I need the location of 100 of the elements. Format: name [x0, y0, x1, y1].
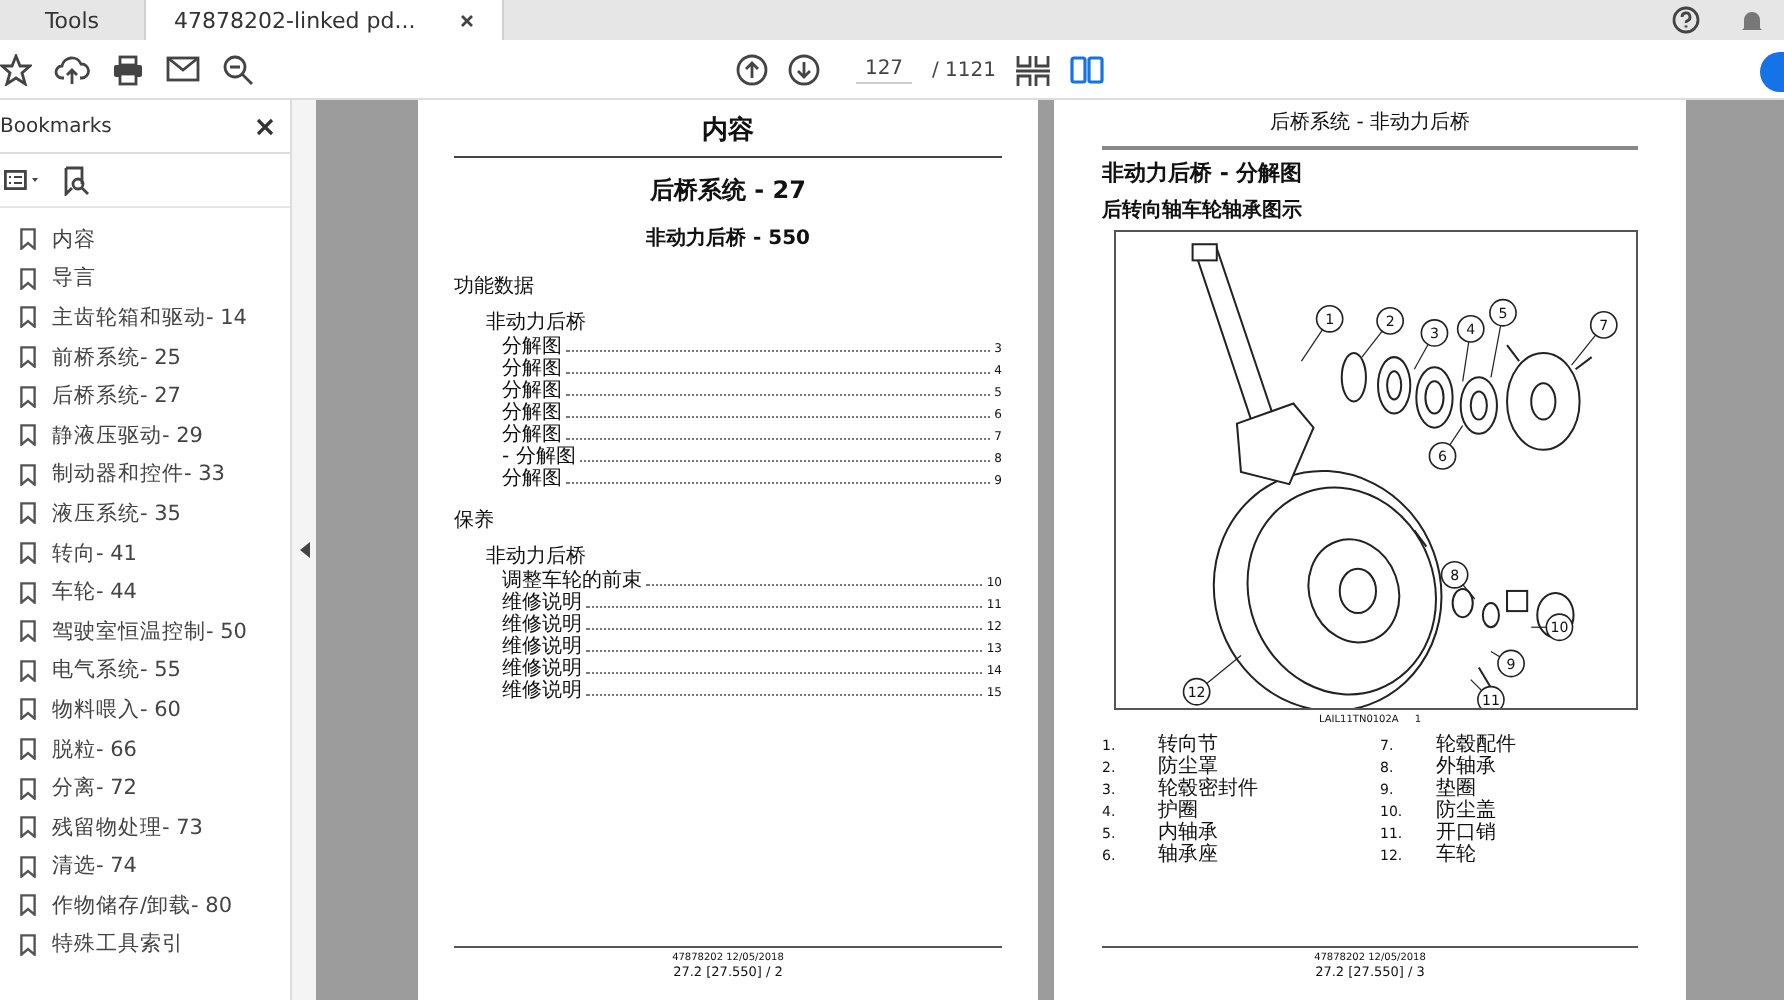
legend-label: 防尘盖: [1436, 800, 1496, 822]
page-title: 内容: [454, 112, 1002, 158]
legend-label: 转向节: [1158, 734, 1218, 756]
toc-entry: 分解图: [502, 380, 562, 402]
bookmark-item[interactable]: 驾驶室恒温控制- 50: [0, 611, 290, 652]
legend-label: 防尘罩: [1158, 756, 1218, 778]
bookmark-search-icon[interactable]: [64, 165, 90, 195]
bookmark-item[interactable]: 分离- 72: [0, 768, 290, 808]
legend-label: 垫圈: [1436, 778, 1476, 800]
cloud-upload-icon[interactable]: [54, 53, 90, 85]
help-icon[interactable]: [1672, 6, 1700, 34]
arrow-up-icon[interactable]: [736, 54, 768, 86]
bookmark-icon: [20, 424, 36, 447]
bookmark-icon: [20, 385, 36, 408]
toc-entry: 分解图: [502, 468, 562, 490]
bookmark-icon: [20, 542, 36, 565]
section-heading: 非动力后桥 - 550: [644, 225, 812, 252]
legend-label: 车轮: [1436, 844, 1476, 866]
tab[interactable]: Tools: [0, 0, 144, 40]
scroll-mode-icon[interactable]: [1016, 53, 1050, 87]
bookmark-icon: [20, 659, 36, 682]
bookmark-item[interactable]: 清选- 74: [0, 847, 290, 887]
legend-label: 内轴承: [1158, 822, 1218, 844]
toc-entry: 维修说明: [502, 636, 582, 658]
bookmark-icon: [20, 502, 36, 525]
bookmark-icon: [20, 267, 36, 290]
pin-drawing: [1477, 667, 1492, 689]
toc-entry: - 分解图: [502, 446, 576, 468]
panel-title: Bookmarks: [0, 115, 112, 137]
toc-entry: 维修说明: [502, 658, 582, 680]
legend-label: 外轴承: [1436, 756, 1496, 778]
bookmark-icon: [20, 346, 36, 369]
bookmark-item[interactable]: 电气系统- 55: [0, 651, 290, 691]
subgroup-heading: 非动力后桥: [486, 309, 588, 336]
hub-drawing: [1506, 344, 1593, 451]
bookmark-item[interactable]: 制动器和控件- 33: [0, 455, 290, 495]
bookmark-item[interactable]: 特殊工具索引: [0, 925, 290, 965]
bookmark-icon: [20, 777, 36, 800]
bookmark-item[interactable]: 液压系统- 35: [0, 494, 290, 534]
close-icon[interactable]: [256, 117, 274, 135]
toc-entry: 维修说明: [502, 680, 582, 702]
bearing-drawing: [1415, 366, 1454, 429]
chapter-heading: 后桥系统 - 27: [647, 174, 809, 208]
close-icon[interactable]: [460, 13, 474, 27]
bookmark-item[interactable]: 脱粒- 66: [0, 729, 290, 769]
legend-label: 轮毂密封件: [1158, 778, 1258, 800]
bookmark-icon: [20, 738, 36, 761]
tab[interactable]: 47878202-linked pd...: [144, 0, 504, 40]
toc-entry: 维修说明: [502, 592, 582, 614]
bookmark-item[interactable]: 主齿轮箱和驱动- 14: [0, 298, 290, 338]
ring-drawing: [1340, 352, 1367, 403]
bookmark-icon: [20, 933, 36, 956]
page-title: 非动力后桥 - 分解图: [1102, 158, 1305, 188]
printer-icon[interactable]: [112, 53, 144, 85]
legend-label: 开口销: [1436, 822, 1496, 844]
bookmark-item[interactable]: 作物储存/卸载- 80: [0, 886, 290, 926]
bookmark-item[interactable]: 物料喂入- 60: [0, 690, 290, 730]
washer-drawing: [1481, 602, 1500, 629]
running-head: 后桥系统 - 非动力后桥: [1102, 108, 1638, 150]
toc-entry: 分解图: [502, 424, 562, 446]
bookmark-item[interactable]: 后桥系统- 27: [0, 376, 290, 416]
bookmark-icon: [20, 306, 36, 329]
two-page-icon[interactable]: [1070, 56, 1104, 84]
star-icon[interactable]: [0, 53, 32, 85]
group-heading: 功能数据: [454, 273, 536, 300]
bookmark-item[interactable]: 转向- 41: [0, 533, 290, 573]
bookmark-icon: [20, 816, 36, 839]
options-menu-icon[interactable]: [4, 170, 40, 190]
bookmark-icon: [20, 620, 36, 643]
toc-entry: 维修说明: [502, 614, 582, 636]
arrow-down-icon[interactable]: [788, 54, 820, 86]
subgroup-heading: 非动力后桥: [486, 543, 588, 569]
bearing-drawing: [1459, 376, 1498, 435]
page-number-field[interactable]: 127: [856, 56, 912, 84]
legend-label: 轮毂配件: [1436, 734, 1516, 756]
page-count: / 1121: [932, 59, 996, 81]
toc-entry: 调整车轮的前束: [502, 570, 642, 592]
bell-icon[interactable]: [1740, 7, 1764, 33]
bookmark-icon: [20, 855, 36, 878]
bookmark-icon: [20, 894, 36, 917]
bookmark-icon: [20, 698, 36, 721]
bookmark-item[interactable]: 内容: [0, 220, 290, 260]
collapse-arrow-icon[interactable]: [299, 542, 309, 558]
bookmark-icon: [20, 581, 36, 604]
bookmark-item[interactable]: 静液压驱动- 29: [0, 415, 290, 456]
bookmark-icon: [20, 463, 36, 486]
bookmark-item[interactable]: 导言: [0, 259, 290, 299]
toc-entry: 分解图: [502, 402, 562, 424]
washer-drawing: [1451, 587, 1474, 619]
mail-icon[interactable]: [166, 56, 200, 82]
bookmark-item[interactable]: 前桥系统- 25: [0, 337, 290, 377]
pin-drawing: [1413, 529, 1428, 548]
bookmark-icon: [20, 228, 36, 251]
toc-entry: 分解图: [502, 336, 562, 358]
zoom-out-icon[interactable]: [222, 53, 254, 85]
legend-label: 护圈: [1158, 800, 1198, 822]
bookmark-item[interactable]: 残留物处理- 73: [0, 807, 290, 847]
bookmark-item[interactable]: 车轮- 44: [0, 572, 290, 612]
nut-drawing: [1506, 589, 1529, 613]
figure-title: 后转向轴车轮轴承图示: [1102, 196, 1304, 224]
